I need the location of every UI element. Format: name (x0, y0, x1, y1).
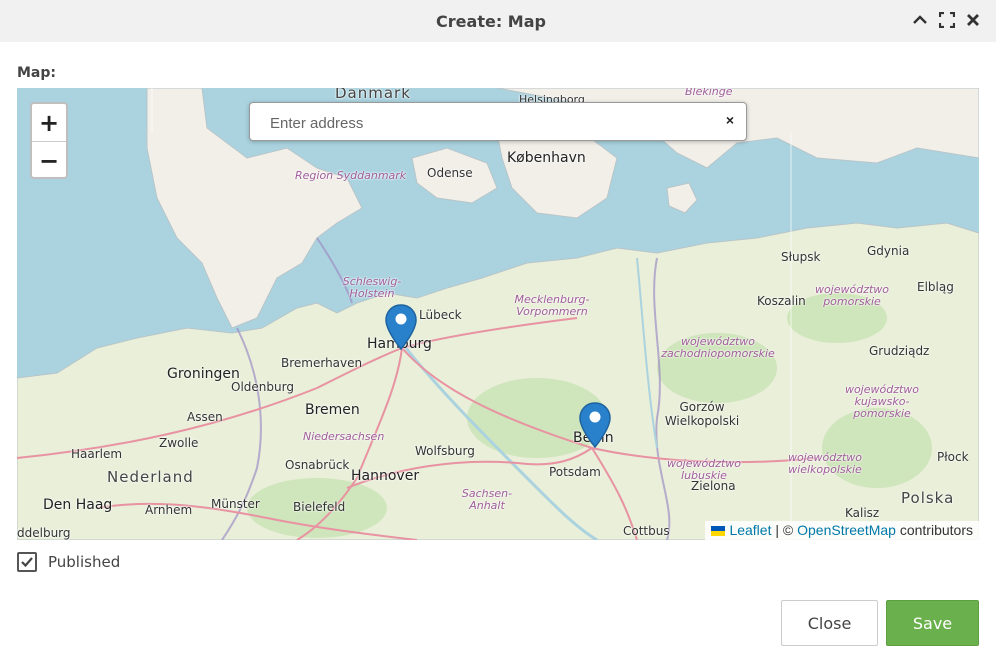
place-label: województwo wielkopolskie (787, 451, 863, 476)
published-checkbox[interactable] (17, 552, 37, 572)
collapse-button[interactable] (909, 9, 931, 31)
place-label: Sachsen-Anhalt (461, 487, 513, 512)
map-pin-icon (579, 402, 611, 449)
map-view[interactable]: Danmark Helsingborg Blekinge København O… (17, 88, 979, 540)
published-label: Published (48, 553, 121, 571)
close-button[interactable]: Close (781, 600, 878, 646)
zoom-control: + − (30, 102, 68, 179)
place-label: Elbląg (917, 280, 954, 294)
place-label: Wolfsburg (415, 444, 475, 458)
dialog-title: Create: Map (436, 12, 546, 31)
clear-search-button[interactable]: × (726, 112, 734, 128)
place-label: województwo pomorskie (814, 283, 890, 308)
map-field-label: Map: (17, 65, 56, 81)
place-label: Odense (427, 166, 473, 180)
place-label: Koszalin (757, 294, 806, 308)
close-icon (967, 14, 979, 26)
place-label: Groningen (167, 366, 240, 382)
map-marker-berlin[interactable] (579, 402, 611, 449)
openstreetmap-link[interactable]: OpenStreetMap (797, 522, 896, 538)
close-dialog-button[interactable] (962, 9, 984, 31)
chevron-up-icon (913, 15, 927, 24)
place-label: Cottbus (623, 524, 670, 538)
place-label: Blekinge (685, 88, 733, 98)
place-label: Den Haag (43, 497, 113, 513)
save-button[interactable]: Save (886, 600, 979, 646)
place-label: København (507, 150, 586, 166)
place-label: Münster (211, 497, 260, 511)
map-marker-hamburg[interactable] (385, 304, 417, 351)
place-label: Zielona (691, 479, 736, 493)
place-label: Potsdam (549, 465, 601, 479)
place-label: Danmark (335, 88, 411, 102)
place-label: Polska (901, 489, 955, 507)
zoom-out-button[interactable]: − (32, 142, 66, 177)
place-label: Gorzów Wielkopolski (664, 400, 740, 428)
attribution-contributors: contributors (895, 522, 973, 538)
place-label: Płock (937, 450, 969, 464)
place-label: ddelburg (17, 526, 71, 540)
dialog-titlebar: Create: Map (0, 0, 996, 42)
maximize-button[interactable] (936, 9, 958, 31)
place-label: Grudziądz (869, 344, 930, 358)
address-search: × (249, 102, 747, 141)
place-label: Arnhem (145, 503, 193, 517)
place-label: Bielefeld (293, 500, 346, 514)
map-pin-icon (385, 304, 417, 351)
attribution-separator: | © (771, 522, 798, 538)
place-label: Gdynia (867, 244, 910, 258)
expand-icon (939, 12, 955, 28)
place-label: Niedersachsen (303, 430, 385, 443)
place-label: Osnabrück (285, 458, 350, 472)
place-label: Region Syddanmark (295, 169, 407, 182)
leaflet-link[interactable]: Leaflet (729, 522, 771, 538)
place-label: Zwolle (159, 436, 199, 450)
place-label: Oldenburg (231, 380, 294, 394)
place-label: województwo zachodniopomorskie (661, 335, 775, 360)
place-label: Bremerhaven (281, 356, 363, 370)
place-label: Lübeck (419, 308, 462, 322)
address-search-input[interactable] (268, 112, 712, 134)
zoom-in-button[interactable]: + (32, 104, 66, 142)
place-label: Nederland (107, 468, 194, 486)
place-label: Kalisz (845, 506, 880, 520)
place-label: Mecklenburg-Vorpommern (514, 293, 590, 318)
published-checkbox-row[interactable]: Published (17, 552, 120, 572)
place-label: Assen (187, 410, 223, 424)
place-label: województwo kujawsko-pomorskie (844, 383, 920, 420)
place-label: Bremen (305, 402, 360, 418)
place-label: Schleswig-Holstein (342, 275, 402, 300)
place-label: Haarlem (71, 447, 123, 461)
place-label: Słupsk (781, 250, 821, 264)
ukraine-flag-icon (711, 526, 726, 537)
place-label: Hannover (351, 468, 420, 484)
map-attribution: Leaflet | © OpenStreetMap contributors (705, 521, 979, 540)
checkmark-icon (21, 557, 33, 568)
